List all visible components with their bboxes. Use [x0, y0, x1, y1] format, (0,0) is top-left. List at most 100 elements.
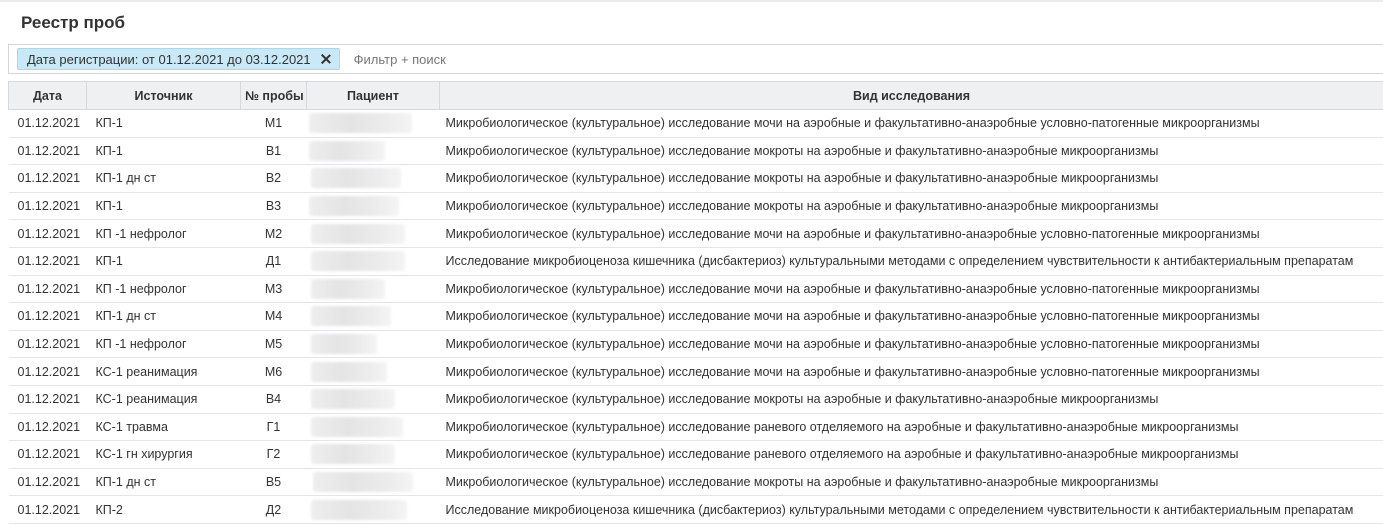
- table-row[interactable]: 01.12.2021КС-1 реанимацияМ6Микробиологич…: [9, 358, 1383, 386]
- cell-sample-number: М3: [241, 275, 307, 303]
- redacted-patient-name: [309, 113, 412, 133]
- cell-patient: [307, 247, 440, 275]
- cell-date: 01.12.2021: [9, 247, 87, 275]
- redacted-patient-name: [311, 444, 395, 464]
- cell-study-type: Микробиологическое (культуральное) иссле…: [440, 385, 1383, 413]
- cell-date: 01.12.2021: [9, 110, 87, 138]
- redacted-patient-name: [311, 251, 405, 271]
- cell-study-type: Микробиологическое (культуральное) иссле…: [440, 220, 1383, 248]
- table-row[interactable]: 01.12.2021КП-1 дн стМ4 Микробиологическое…: [9, 303, 1383, 331]
- cell-source: КП-1 дн ст: [87, 468, 241, 496]
- redacted-patient-name: [309, 196, 399, 216]
- cell-study-type: Микробиологическое (культуральное) иссле…: [440, 137, 1383, 165]
- redacted-patient-name: [311, 417, 403, 437]
- samples-table: Дата Источник № пробы Пациент Вид исслед…: [8, 81, 1383, 524]
- redacted-patient-name: [311, 362, 387, 382]
- cell-sample-number: Д1: [241, 247, 307, 275]
- table-row[interactable]: 01.12.2021КП-1Д1 Исследование микробиоцен…: [9, 247, 1383, 275]
- cell-patient: [307, 496, 440, 524]
- cell-source: КП-1: [87, 137, 241, 165]
- cell-source: КП-1 дн ст: [87, 303, 241, 331]
- cell-patient: [307, 192, 440, 220]
- table-row[interactable]: 01.12.2021КС-1 гн хирургияГ2Микробиологи…: [9, 441, 1383, 469]
- cell-sample-number: В3: [241, 192, 307, 220]
- cell-source: КС-1 реанимация: [87, 358, 241, 386]
- cell-source: КС-1 травма: [87, 413, 241, 441]
- cell-date: 01.12.2021: [9, 358, 87, 386]
- cell-study-type: Микробиологическое (культуральное) иссле…: [440, 165, 1383, 193]
- cell-sample-number: В4: [241, 385, 307, 413]
- cell-source: КП -1 нефролог: [87, 330, 241, 358]
- date-filter-chip-label: Дата регистрации: от 01.12.2021 до 03.12…: [27, 52, 311, 67]
- redacted-patient-name: [311, 334, 377, 354]
- cell-date: 01.12.2021: [9, 275, 87, 303]
- cell-sample-number: Г2: [241, 441, 307, 469]
- table-row[interactable]: 01.12.2021КП-1В1Микробиологическое (куль…: [9, 137, 1383, 165]
- cell-study-type: Микробиологическое (культуральное) иссле…: [440, 413, 1383, 441]
- cell-date: 01.12.2021: [9, 441, 87, 469]
- cell-patient: [307, 303, 440, 331]
- table-row[interactable]: 01.12.2021КП-2Д2Исследование микробиоцен…: [9, 496, 1383, 524]
- table-row[interactable]: 01.12.2021КП -1 нефрологМ2Микробиологиче…: [9, 220, 1383, 248]
- table-row[interactable]: 01.12.2021КП -1 нефрологМ5Микробиологиче…: [9, 330, 1383, 358]
- filter-search-input[interactable]: [354, 48, 954, 70]
- cell-patient: [307, 110, 440, 138]
- redacted-patient-name: [311, 306, 391, 326]
- cell-date: 01.12.2021: [9, 303, 87, 331]
- cell-patient: [307, 441, 440, 469]
- cell-patient: [307, 220, 440, 248]
- cell-sample-number: В2: [241, 165, 307, 193]
- cell-sample-number: М2: [241, 220, 307, 248]
- cell-patient: [307, 275, 440, 303]
- cell-source: КП-1 дн ст: [87, 165, 241, 193]
- top-divider: [0, 0, 1383, 2]
- date-filter-chip[interactable]: Дата регистрации: от 01.12.2021 до 03.12…: [17, 48, 340, 70]
- table-row[interactable]: 01.12.2021КС-1 травмаГ1Микробиологическо…: [9, 413, 1383, 441]
- cell-date: 01.12.2021: [9, 220, 87, 248]
- cell-date: 01.12.2021: [9, 330, 87, 358]
- cell-study-type: Микробиологическое (культуральное) иссле…: [440, 303, 1383, 331]
- column-header-source[interactable]: Источник: [87, 82, 241, 110]
- cell-study-type: Микробиологическое (культуральное) иссле…: [440, 468, 1383, 496]
- cell-source: КС-1 гн хирургия: [87, 441, 241, 469]
- table-row[interactable]: 01.12.2021КП -1 нефрологМ3 Микробиологиче…: [9, 275, 1383, 303]
- cell-date: 01.12.2021: [9, 385, 87, 413]
- cell-date: 01.12.2021: [9, 192, 87, 220]
- cell-source: КП-1: [87, 192, 241, 220]
- table-header-row: Дата Источник № пробы Пациент Вид исслед…: [9, 82, 1383, 110]
- table-row[interactable]: 01.12.2021КП-1В3 Микробиологическое (куль…: [9, 192, 1383, 220]
- filter-bar: Дата регистрации: от 01.12.2021 до 03.12…: [8, 44, 1383, 74]
- cell-patient: [307, 385, 440, 413]
- cell-source: КП-1: [87, 247, 241, 275]
- cell-date: 01.12.2021: [9, 413, 87, 441]
- column-header-date[interactable]: Дата: [9, 82, 87, 110]
- redacted-patient-name: [311, 389, 395, 409]
- cell-study-type: Микробиологическое (культуральное) иссле…: [440, 192, 1383, 220]
- cell-source: КП -1 нефролог: [87, 275, 241, 303]
- cell-study-type: Микробиологическое (культуральное) иссле…: [440, 275, 1383, 303]
- table-row[interactable]: 01.12.2021КС-1 реанимацияВ4Микробиологич…: [9, 385, 1383, 413]
- cell-date: 01.12.2021: [9, 496, 87, 524]
- cell-patient: [307, 413, 440, 441]
- table-row[interactable]: 01.12.2021КП-1М1Микробиологическое (куль…: [9, 110, 1383, 138]
- column-header-study-type[interactable]: Вид исследования: [440, 82, 1383, 110]
- cell-source: КП-1: [87, 110, 241, 138]
- column-header-patient[interactable]: Пациент: [307, 82, 440, 110]
- cell-patient: [307, 330, 440, 358]
- cell-study-type: Микробиологическое (культуральное) иссле…: [440, 330, 1383, 358]
- cell-source: КП-2: [87, 496, 241, 524]
- table-row[interactable]: 01.12.2021КП-1 дн стВ2Микробиологическое…: [9, 165, 1383, 193]
- cell-study-type: Микробиологическое (культуральное) иссле…: [440, 358, 1383, 386]
- redacted-patient-name: [309, 141, 385, 161]
- cell-patient: [307, 137, 440, 165]
- close-icon[interactable]: [319, 52, 333, 66]
- cell-date: 01.12.2021: [9, 137, 87, 165]
- redacted-patient-name: [311, 168, 401, 188]
- cell-study-type: Исследование микробиоценоза кишечника (д…: [440, 247, 1383, 275]
- table-row[interactable]: 01.12.2021КП-1 дн стВ5 Микробиологическое…: [9, 468, 1383, 496]
- cell-sample-number: В5: [241, 468, 307, 496]
- cell-date: 01.12.2021: [9, 468, 87, 496]
- cell-sample-number: М4: [241, 303, 307, 331]
- column-header-sample-number[interactable]: № пробы: [241, 82, 307, 110]
- redacted-patient-name: [313, 472, 413, 492]
